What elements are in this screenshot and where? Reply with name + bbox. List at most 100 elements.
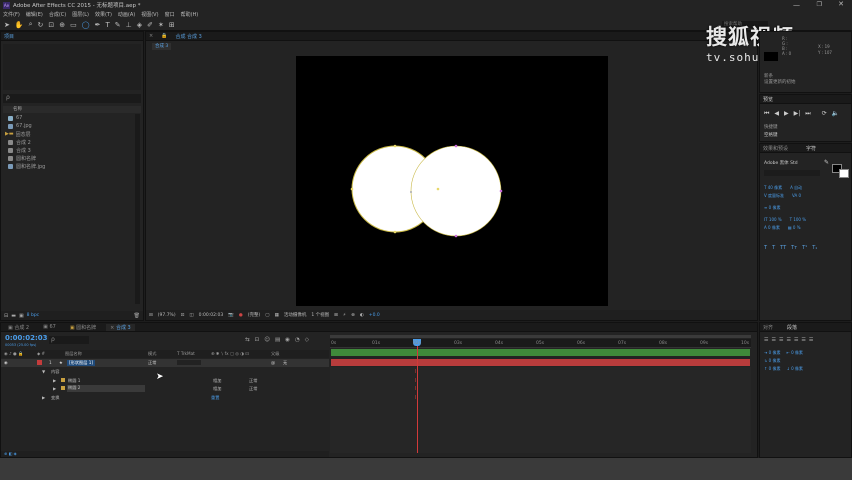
camera-dropdown[interactable]: 活动摄像机	[284, 312, 307, 318]
shortcut-dropdown[interactable]: 空格键	[764, 132, 844, 138]
col-layer-name[interactable]: 图层名称	[65, 351, 82, 357]
trkmat-dropdown[interactable]	[177, 360, 201, 365]
list-item[interactable]: ▶▬ 固态层	[3, 130, 134, 138]
tsume-field[interactable]: ▦ 0 %	[788, 224, 801, 232]
label-color-swatch[interactable]	[37, 360, 42, 365]
stroke-color-swatch[interactable]	[839, 169, 849, 178]
col-parent[interactable]: 父级	[271, 351, 279, 357]
toggle-switches-icon[interactable]: ⊕ ◧ ◈	[1, 451, 17, 456]
transform-row[interactable]: ▶ 变换 重置	[1, 394, 329, 402]
transparency-grid-icon[interactable]: ▦	[275, 313, 279, 318]
font-style-dropdown[interactable]	[764, 170, 820, 176]
zoom-tool-icon[interactable]: ⌕	[29, 20, 33, 29]
ellipse-tool-icon[interactable]: ◯	[82, 21, 90, 29]
shape-1-blend[interactable]: 正常	[249, 378, 257, 384]
first-frame-icon[interactable]: ⏮	[764, 110, 769, 118]
layer-duration-bar[interactable]	[331, 359, 750, 366]
shape-row[interactable]: ▶ 椭圆 1 相加 正常	[1, 377, 329, 385]
col-mode[interactable]: 模式	[148, 351, 156, 357]
play-icon[interactable]: ▶	[784, 110, 789, 118]
parent-pickwhip-icon[interactable]: @	[271, 360, 275, 365]
list-item[interactable]: 合成 2	[3, 138, 134, 146]
exposure-icon[interactable]: ◐	[360, 313, 364, 318]
menu-composition[interactable]: 合成(C)	[49, 11, 66, 18]
stroke-width-field[interactable]: ≡ 0 像素	[764, 205, 780, 210]
expand-arrow-icon[interactable]: ▶	[53, 386, 56, 391]
timeline-timecode[interactable]: 0:00:02:03	[5, 334, 48, 342]
grid-icon[interactable]: ⊞	[169, 21, 175, 29]
keyframe-marker[interactable]: I	[415, 378, 416, 384]
shape-2-mode[interactable]: 相加	[213, 386, 221, 392]
tab-project[interactable]: 项目	[4, 33, 14, 40]
show-channel-icon[interactable]: ●	[239, 313, 243, 318]
shape-2-blend[interactable]: 正常	[249, 386, 257, 392]
draft-3d-icon[interactable]: ⊡	[255, 337, 260, 343]
baseline-field[interactable]: A 0 像素	[764, 224, 780, 232]
interpret-footage-icon[interactable]: ⊟	[4, 313, 8, 319]
menu-window[interactable]: 窗口	[165, 11, 175, 18]
keyframe-marker[interactable]: I	[415, 369, 416, 375]
space-after-field[interactable]: ↓ 0 像素	[786, 365, 802, 373]
work-area-bar[interactable]	[331, 349, 750, 356]
first-line-indent-field[interactable]: ↳ 0 像素	[764, 357, 780, 365]
tab-comp-3[interactable]: × 合成 3	[106, 323, 135, 331]
menu-edit[interactable]: 编辑(E)	[26, 11, 43, 18]
menu-effect[interactable]: 效果(T)	[95, 11, 112, 18]
tab-composition[interactable]: 合成 合成 3	[175, 33, 201, 40]
keyframe-marker[interactable]: I	[415, 386, 416, 392]
small-caps-button[interactable]: Tᴛ	[791, 245, 797, 251]
tab-character[interactable]: 字符	[806, 145, 816, 152]
menu-animation[interactable]: 动画(A)	[118, 11, 135, 18]
list-item[interactable]: 合成 3	[3, 146, 134, 154]
flowchart-icon[interactable]: ⊕	[351, 313, 355, 318]
indent-right-field[interactable]: ⇤ 0 像素	[786, 349, 802, 357]
playhead-line[interactable]	[417, 339, 418, 453]
fast-preview-icon[interactable]: ⚡	[343, 313, 346, 318]
region-of-interest-icon[interactable]: ▢	[265, 313, 269, 318]
tab-effects[interactable]: 效果和预设	[763, 145, 788, 152]
comp-canvas[interactable]	[296, 56, 608, 306]
mask-visibility-icon[interactable]: ◫	[189, 313, 193, 318]
menu-view[interactable]: 视图(V)	[141, 11, 158, 18]
list-item[interactable]: 圆和名牌.jpg	[3, 162, 134, 170]
views-dropdown[interactable]: 1 个视图	[311, 312, 329, 318]
tab-paragraph[interactable]: 段落	[787, 324, 797, 331]
maximize-button[interactable]: ❐	[817, 1, 822, 8]
justify-center-icon[interactable]: ☰	[794, 337, 798, 343]
prev-frame-icon[interactable]: ◀	[774, 110, 779, 118]
path-handle[interactable]	[454, 234, 458, 238]
align-left-icon[interactable]: ☰	[764, 337, 768, 343]
layer-name[interactable]: [形状图层 1]	[67, 360, 96, 366]
selection-tool-icon[interactable]: ➤	[4, 21, 10, 29]
close-button[interactable]: ✕	[838, 0, 844, 8]
expand-arrow-icon[interactable]: ▶	[53, 378, 56, 383]
new-comp-icon[interactable]: ▣	[19, 313, 24, 319]
path-handle[interactable]	[499, 189, 503, 193]
pen-tool-icon[interactable]: ✒	[95, 21, 101, 29]
pan-behind-tool-icon[interactable]: ⊕	[59, 21, 65, 29]
tab-67[interactable]: ▣ 67	[39, 324, 60, 330]
space-before-field[interactable]: ↑ 0 像素	[764, 365, 780, 373]
vertical-scale-field[interactable]: IT 100 %	[764, 216, 782, 224]
minimize-button[interactable]: —	[793, 1, 800, 9]
font-size-field[interactable]: T 40 像素	[764, 184, 782, 192]
rotate-tool-icon[interactable]: ↻	[38, 21, 44, 29]
frame-blending-icon[interactable]: ▤	[275, 337, 280, 343]
col-trkmat[interactable]: T TrkMat	[177, 351, 195, 356]
timecode-display[interactable]: 0:00:02:03	[199, 313, 224, 318]
indent-left-field[interactable]: ⇥ 0 像素	[764, 349, 780, 357]
font-family-dropdown[interactable]: Adobe 黑体 Std	[764, 160, 820, 166]
resolution-dropdown[interactable]: (完整)	[248, 312, 261, 318]
bpc-label[interactable]: 8 bpc	[27, 313, 39, 318]
reset-link[interactable]: 重置	[211, 395, 219, 401]
faux-bold-button[interactable]: T	[764, 245, 767, 251]
layer-row[interactable]: ◉ 1 ★ [形状图层 1] 正常 @ 无	[1, 359, 329, 367]
shape-1-mode[interactable]: 相加	[213, 378, 221, 384]
menu-file[interactable]: 文件(F)	[3, 11, 20, 18]
menu-help[interactable]: 帮助(H)	[181, 11, 199, 18]
zoom-dropdown[interactable]: (97.7%)	[158, 313, 176, 318]
loop-icon[interactable]: ⟳	[822, 110, 827, 118]
tab-align[interactable]: 对齐	[763, 324, 773, 331]
motion-blur-icon[interactable]: ◉	[285, 337, 290, 343]
path-handle[interactable]	[454, 144, 458, 148]
